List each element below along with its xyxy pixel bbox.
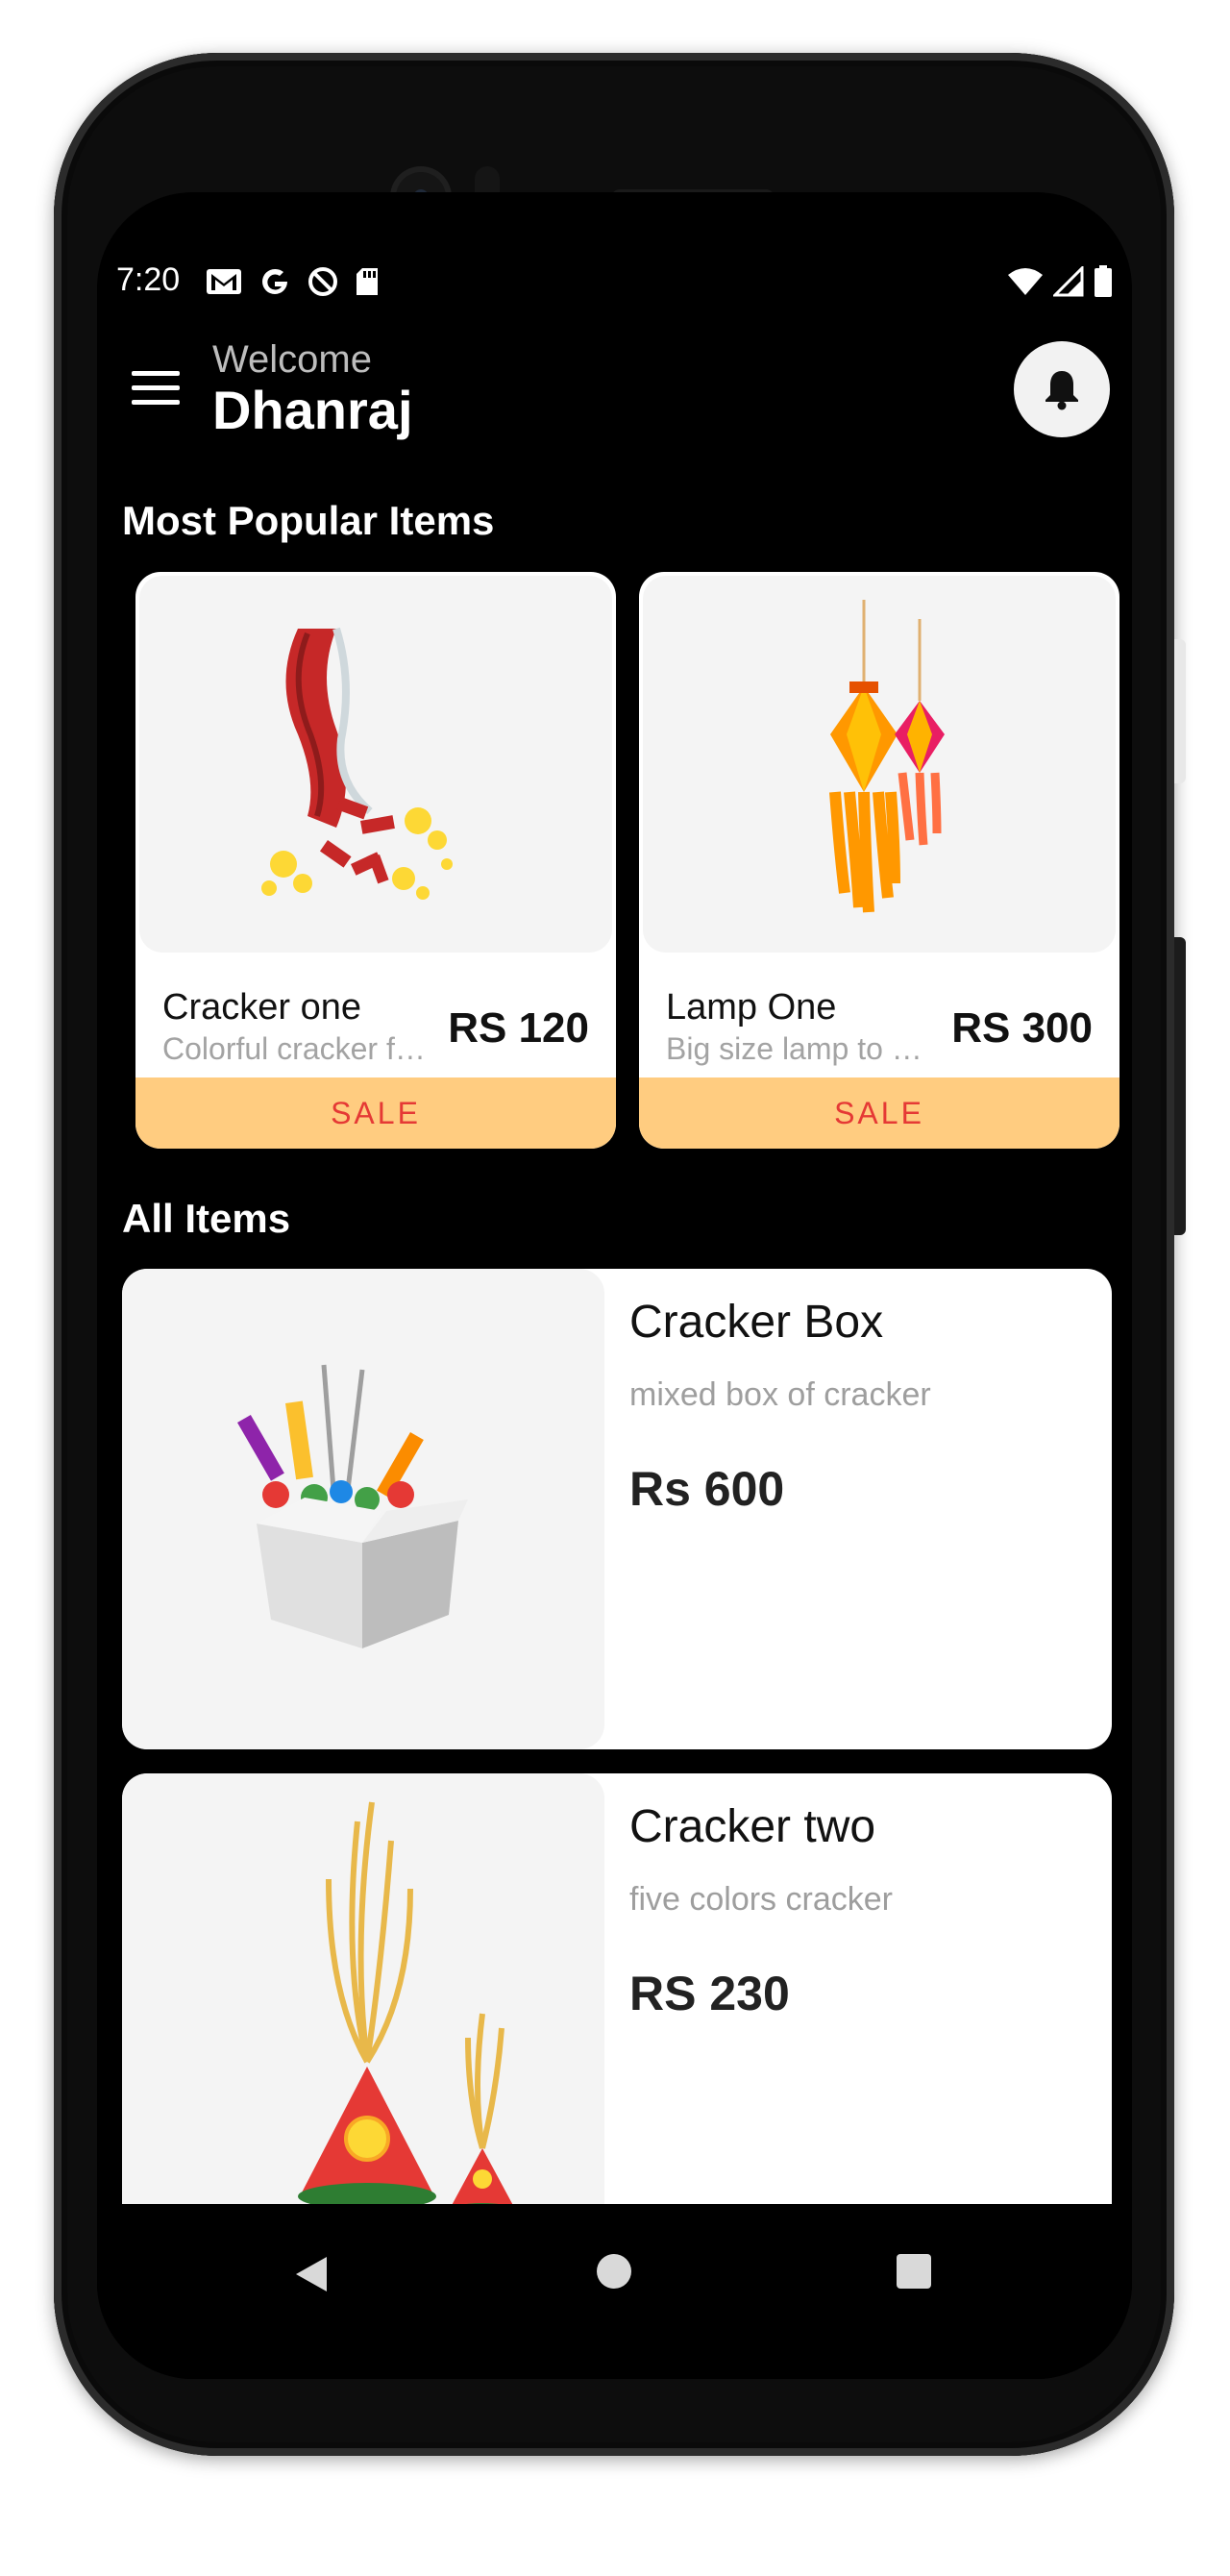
gmail-icon: [207, 269, 241, 294]
product-description: Colorful cracker for kids: [162, 1031, 431, 1066]
item-description: mixed box of cracker: [629, 1376, 931, 1413]
cracker-box-image: [236, 1364, 468, 1648]
power-button: [1174, 639, 1186, 783]
product-image: [122, 1773, 604, 2254]
product-price: RS 300: [951, 1004, 1093, 1052]
menu-icon: [132, 371, 180, 405]
popular-section-title: Most Popular Items: [122, 498, 495, 543]
home-icon[interactable]: [597, 2254, 631, 2289]
welcome-label: Welcome: [212, 338, 372, 381]
at-sign-icon: [308, 267, 337, 296]
app-screen: 7:20 Welcome Dhanraj Most Popular Items …: [97, 192, 1132, 2379]
system-navigation-bar: [97, 2204, 1132, 2379]
sale-badge: SALE: [135, 1077, 616, 1149]
item-price: Rs 600: [629, 1462, 785, 1516]
menu-button[interactable]: [132, 371, 180, 409]
product-description: Big size lamp to decorate: [666, 1031, 935, 1066]
item-price: RS 230: [629, 1967, 790, 2020]
product-image: [122, 1269, 604, 1749]
sale-badge: SALE: [639, 1077, 1119, 1149]
firecracker-string-image: [261, 627, 453, 900]
app-header: Welcome Dhanraj: [97, 327, 1132, 461]
product-price: RS 120: [448, 1004, 589, 1052]
status-time: 7:20: [116, 261, 181, 298]
google-icon: [262, 268, 287, 294]
back-icon[interactable]: [294, 2255, 329, 2293]
product-name: Lamp One: [666, 987, 837, 1028]
item-card[interactable]: Cracker two five colors cracker RS 230: [122, 1773, 1112, 2254]
sd-card-icon: [357, 268, 378, 295]
item-description: five colors cracker: [629, 1881, 893, 1918]
all-items-section-title: All Items: [122, 1196, 291, 1241]
status-bar: 7:20: [97, 258, 1132, 306]
recents-icon[interactable]: [897, 2254, 931, 2289]
popular-card[interactable]: Cracker one Colorful cracker for kids RS…: [135, 572, 616, 1149]
item-name: Cracker two: [629, 1801, 876, 1852]
notification-button[interactable]: [1014, 341, 1110, 437]
popular-card[interactable]: Lamp One Big size lamp to decorate RS 30…: [639, 572, 1119, 1149]
fountain-cracker-image: [298, 1801, 517, 2218]
product-image: [643, 576, 1116, 953]
user-name: Dhanraj: [212, 380, 413, 440]
hanging-lanterns-image: [829, 600, 945, 913]
volume-button: [1174, 937, 1186, 1235]
wifi-icon: [1008, 268, 1043, 295]
item-name: Cracker Box: [629, 1297, 884, 1348]
battery-icon: [1095, 265, 1112, 297]
signal-icon: [1053, 266, 1084, 297]
bell-icon: [1046, 371, 1078, 410]
product-image: [139, 576, 612, 953]
product-name: Cracker one: [162, 987, 361, 1028]
item-card[interactable]: Cracker Box mixed box of cracker Rs 600: [122, 1269, 1112, 1749]
